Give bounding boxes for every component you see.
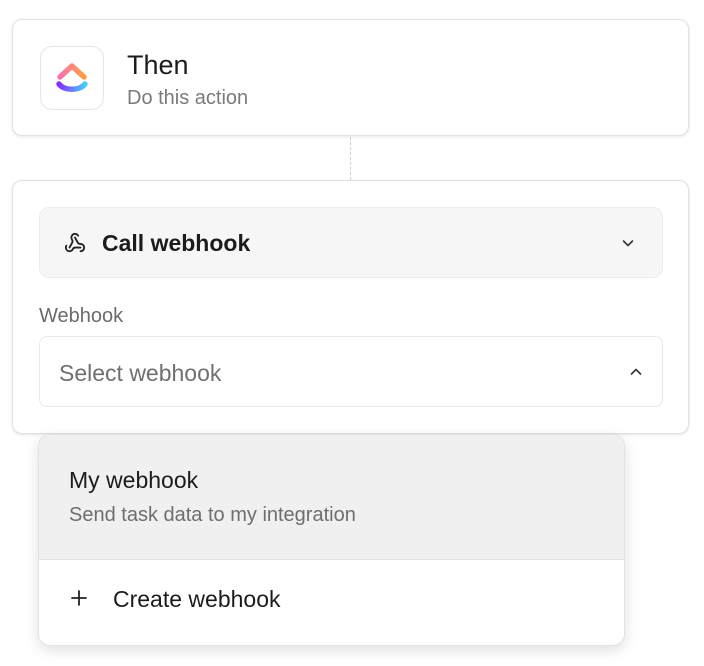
step-connector [350, 137, 351, 180]
webhook-select[interactable]: Select webhook [39, 336, 663, 407]
clickup-logo-icon [40, 46, 104, 110]
chevron-down-icon [622, 240, 634, 247]
webhook-icon [64, 232, 86, 253]
create-webhook-button[interactable]: Create webhook [39, 560, 624, 645]
action-step-header-card[interactable]: Then Do this action [12, 19, 689, 136]
webhook-select-placeholder: Select webhook [59, 360, 222, 386]
plus-icon [71, 590, 87, 606]
webhook-option[interactable]: My webhook Send task data to my integrat… [39, 435, 624, 559]
step-subtitle: Do this action [127, 87, 249, 109]
action-type-label: Call webhook [102, 230, 251, 256]
webhook-option-title: My webhook [69, 467, 199, 493]
action-type-select[interactable]: Call webhook [39, 207, 663, 278]
step-title: Then [127, 50, 189, 80]
webhook-field-label: Webhook [39, 305, 124, 327]
webhook-option-description: Send task data to my integration [69, 504, 356, 526]
create-webhook-label: Create webhook [113, 586, 281, 612]
action-config-card: Call webhook Webhook Select webhook [12, 180, 689, 434]
chevron-up-icon [630, 368, 642, 375]
webhook-dropdown-menu: My webhook Send task data to my integrat… [38, 434, 625, 646]
